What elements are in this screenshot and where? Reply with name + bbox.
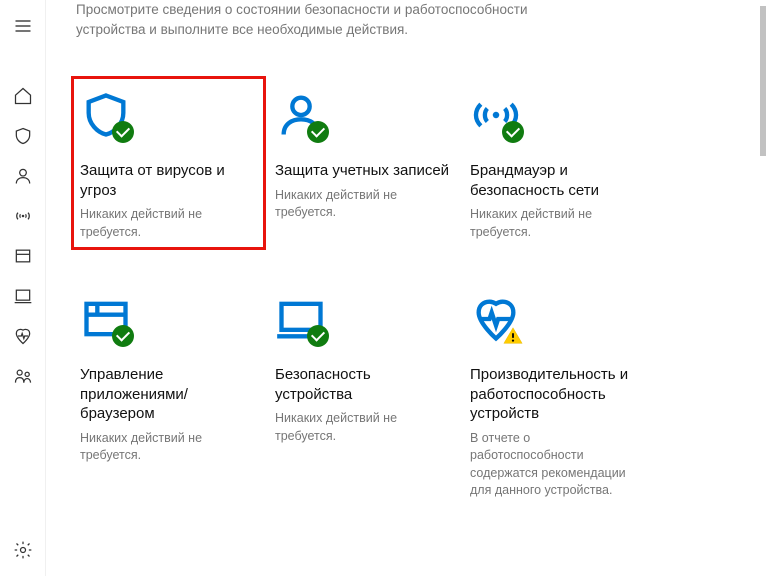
status-ok-icon — [112, 325, 134, 347]
tiles-grid: Защита от вирусов и угроз Никаких действ… — [76, 81, 730, 504]
status-warn-icon — [502, 325, 524, 347]
account-icon[interactable] — [13, 166, 33, 186]
settings-icon[interactable] — [13, 540, 33, 560]
tile-account-protection[interactable]: Защита учетных записей Никаких действий … — [271, 81, 456, 245]
status-ok-icon — [307, 325, 329, 347]
scrollbar[interactable] — [760, 6, 766, 156]
signal-icon[interactable] — [13, 206, 33, 226]
tile-title: Безопасность устройства — [275, 365, 452, 404]
device-icon[interactable] — [13, 286, 33, 306]
tile-desc: Никаких действий не требуется. — [470, 206, 647, 241]
tile-device-health[interactable]: Производительность и работоспособность у… — [466, 285, 651, 504]
tile-device-security[interactable]: Безопасность устройства Никаких действий… — [271, 285, 456, 504]
status-ok-icon — [502, 121, 524, 143]
tile-title: Брандмауэр и безопасность сети — [470, 161, 647, 200]
home-icon[interactable] — [13, 86, 33, 106]
hamburger-icon[interactable] — [13, 16, 33, 36]
app-browser-icon — [80, 293, 132, 345]
account-icon — [275, 89, 327, 141]
main-content: Просмотрите сведения о состоянии безопас… — [46, 0, 758, 576]
health-icon — [470, 293, 522, 345]
tile-title: Защита учетных записей — [275, 161, 452, 181]
tile-title: Производительность и работоспособность у… — [470, 365, 647, 424]
tile-title: Защита от вирусов и угроз — [80, 161, 257, 200]
status-ok-icon — [307, 121, 329, 143]
shield-icon — [80, 89, 132, 141]
tile-firewall[interactable]: Брандмауэр и безопасность сети Никаких д… — [466, 81, 651, 245]
status-ok-icon — [112, 121, 134, 143]
tile-desc: Никаких действий не требуется. — [80, 430, 257, 465]
tile-desc: Никаких действий не требуется. — [80, 206, 257, 241]
tile-desc: Никаких действий не требуется. — [275, 187, 452, 222]
signal-icon — [470, 89, 522, 141]
tile-virus-threat[interactable]: Защита от вирусов и угроз Никаких действ… — [76, 81, 261, 245]
intro-text: Просмотрите сведения о состоянии безопас… — [76, 0, 596, 39]
app-browser-icon[interactable] — [13, 246, 33, 266]
health-icon[interactable] — [13, 326, 33, 346]
tile-desc: В отчете о работоспособности содержатся … — [470, 430, 647, 500]
sidebar — [0, 0, 46, 576]
tile-desc: Никаких действий не требуется. — [275, 410, 452, 445]
device-icon — [275, 293, 327, 345]
tile-title: Управление приложениями/браузером — [80, 365, 257, 424]
shield-icon[interactable] — [13, 126, 33, 146]
family-icon[interactable] — [13, 366, 33, 386]
tile-app-browser[interactable]: Управление приложениями/браузером Никаки… — [76, 285, 261, 504]
